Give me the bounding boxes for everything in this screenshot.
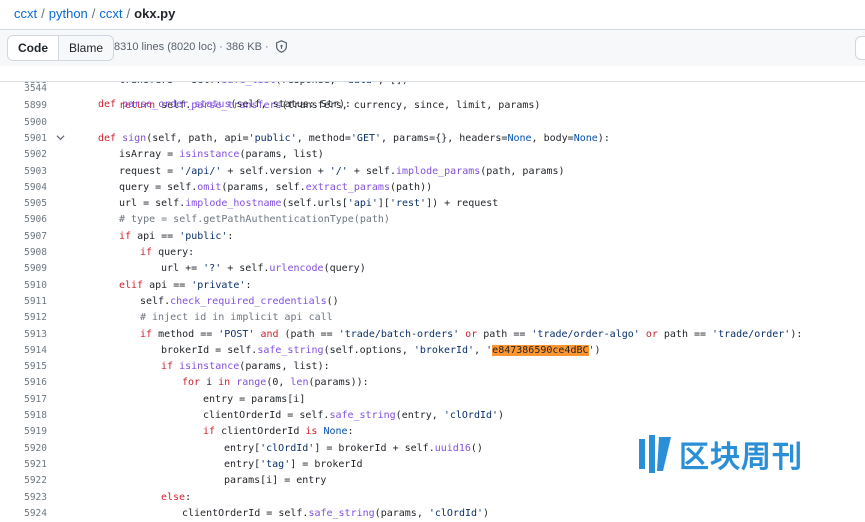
code-text: params[i] = entry	[224, 475, 327, 487]
breadcrumb-separator: /	[41, 5, 45, 21]
line-number[interactable]: 5908	[0, 245, 47, 261]
code-text: self.check_required_credentials()	[140, 295, 339, 307]
code-line[interactable]: 5911 self.check_required_credentials()	[0, 294, 865, 310]
code-text: elif api == 'private':	[119, 279, 252, 291]
watermark-text: 区块周刊	[679, 440, 803, 475]
code-line[interactable]: 5909 url += '?' + self.urlencode(query)	[0, 261, 865, 277]
code-line[interactable]: 5918 clientOrderId = self.safe_string(ent…	[0, 408, 865, 424]
line-number[interactable]: 5903	[0, 164, 47, 180]
code-text: if isinstance(params, list):	[161, 361, 330, 373]
breadcrumb-separator: /	[91, 5, 96, 21]
sticky-code: def parse_order_status(self, status: Str…	[98, 99, 351, 110]
watermark-logo: 区块周刊	[633, 427, 807, 481]
line-number[interactable]: 5923	[0, 490, 47, 506]
code-line[interactable]: 5900	[0, 115, 865, 131]
code-line[interactable]: 5916 for i in range(0, len(params)):	[0, 375, 865, 391]
file-stats: 8310 lines (8020 loc) · 386 KB ·	[114, 40, 269, 53]
view-mode-toggle: Code Blame	[7, 35, 115, 61]
breadcrumb-link-ccxt-pkg[interactable]: ccxt	[99, 6, 122, 21]
breadcrumb-separator: /	[126, 5, 131, 21]
code-line[interactable]: 5901 def sign(self, path, api='public', m…	[0, 131, 865, 147]
code-line[interactable]: 5908 if query:	[0, 245, 865, 261]
line-number[interactable]: 5916	[0, 375, 47, 391]
line-number[interactable]: 5912	[0, 310, 47, 326]
code-text: entry['clOrdId'] = brokerId + self.uuid1…	[224, 442, 483, 454]
line-number[interactable]: 5915	[0, 359, 47, 375]
line-number[interactable]: 5902	[0, 147, 47, 163]
blame-tab[interactable]: Blame	[59, 36, 113, 60]
code-line[interactable]: 5913 if method == 'POST' and (path == 'tr…	[0, 327, 865, 343]
code-text: def sign(self, path, api='public', metho…	[98, 132, 610, 144]
line-number[interactable]: 5905	[0, 196, 47, 212]
code-line[interactable]: 5915 if isinstance(params, list):	[0, 359, 865, 375]
line-number[interactable]: 5911	[0, 294, 47, 310]
line-number[interactable]: 5919	[0, 424, 47, 440]
line-number: 3544	[24, 83, 47, 94]
breadcrumb-link-ccxt[interactable]: ccxt	[14, 6, 37, 21]
line-number[interactable]: 5924	[0, 506, 47, 522]
shield-check-icon[interactable]	[275, 40, 288, 53]
code-text: clientOrderId = self.safe_string(params,…	[182, 507, 490, 519]
file-toolbar: Code Blame 8310 lines (8020 loc) · 386 K…	[0, 29, 865, 67]
code-line[interactable]: 5903 request = '/api/' + self.version + '…	[0, 164, 865, 180]
file-info: 8310 lines (8020 loc) · 386 KB ·	[114, 40, 288, 53]
more-options-button[interactable]	[855, 36, 865, 60]
code-tab[interactable]: Code	[8, 36, 59, 60]
code-text: isArray = isinstance(params, list)	[119, 149, 324, 161]
code-line[interactable]: 5914 brokerId = self.safe_string(self.opt…	[0, 343, 865, 359]
code-text: # type = self.getPathAuthenticationType(…	[119, 214, 390, 226]
line-number[interactable]: 5906	[0, 212, 47, 228]
code-text: request = '/api/' + self.version + '/' +…	[119, 165, 565, 177]
code-text: if clientOrderId is None:	[203, 426, 354, 438]
code-line[interactable]: 5910 elif api == 'private':	[0, 278, 865, 294]
breadcrumb-link-python[interactable]: python	[49, 6, 88, 21]
line-number[interactable]: 5917	[0, 392, 47, 408]
breadcrumb: ccxt / python / ccxt / okx.py	[14, 4, 175, 22]
code-text: else:	[161, 491, 192, 503]
code-line[interactable]: 5917 entry = params[i]	[0, 392, 865, 408]
code-line[interactable]: 5923 else:	[0, 490, 865, 506]
line-number[interactable]: 5910	[0, 278, 47, 294]
line-number[interactable]: 5918	[0, 408, 47, 424]
line-number[interactable]: 5901	[0, 131, 47, 147]
code-text: query = self.omit(params, self.extract_p…	[119, 181, 433, 193]
line-number[interactable]: 5922	[0, 473, 47, 489]
code-line[interactable]: 5912 # inject id in implicit api call	[0, 310, 865, 326]
code-text: if query:	[140, 247, 195, 258]
code-line[interactable]: 5902 isArray = isinstance(params, list)	[0, 147, 865, 163]
line-number[interactable]: 5913	[0, 327, 47, 343]
watermark-mark-icon	[639, 435, 671, 473]
line-number[interactable]: 5914	[0, 343, 47, 359]
code-line[interactable]: 5906 # type = self.getPathAuthenticationT…	[0, 212, 865, 228]
code-line[interactable]: 5905 url = self.implode_hostname(self.url…	[0, 196, 865, 212]
line-number[interactable]: 5920	[0, 441, 47, 457]
code-text: url += '?' + self.urlencode(query)	[161, 263, 366, 275]
code-text: clientOrderId = self.safe_string(entry, …	[203, 410, 505, 421]
code-line[interactable]: 5924 clientOrderId = self.safe_string(par…	[0, 506, 865, 522]
breadcrumb-current-file: okx.py	[134, 5, 176, 21]
code-text: url = self.implode_hostname(self.urls['a…	[119, 198, 499, 210]
code-text: if method == 'POST' and (path == 'trade/…	[140, 328, 803, 340]
line-number[interactable]: 5904	[0, 180, 47, 196]
code-text: entry = params[i]	[203, 393, 306, 405]
code-text: for i in range(0, len(params)):	[182, 377, 369, 389]
code-line[interactable]: 5904 query = self.omit(params, self.extra…	[0, 180, 865, 196]
code-text: brokerId = self.safe_string(self.options…	[161, 344, 601, 356]
line-number[interactable]: 5909	[0, 261, 47, 277]
code-text: if api == 'public':	[119, 230, 234, 242]
line-number[interactable]: 5907	[0, 229, 47, 245]
code-text: # inject id in implicit api call	[140, 312, 333, 324]
chevron-down-icon[interactable]	[54, 131, 66, 147]
line-number[interactable]: 5921	[0, 457, 47, 473]
code-text: entry['tag'] = brokerId	[224, 458, 363, 470]
sticky-scope-header[interactable]: 3544 def parse_order_status(self, status…	[0, 66, 865, 110]
code-line[interactable]: 5907 if api == 'public':	[0, 229, 865, 245]
